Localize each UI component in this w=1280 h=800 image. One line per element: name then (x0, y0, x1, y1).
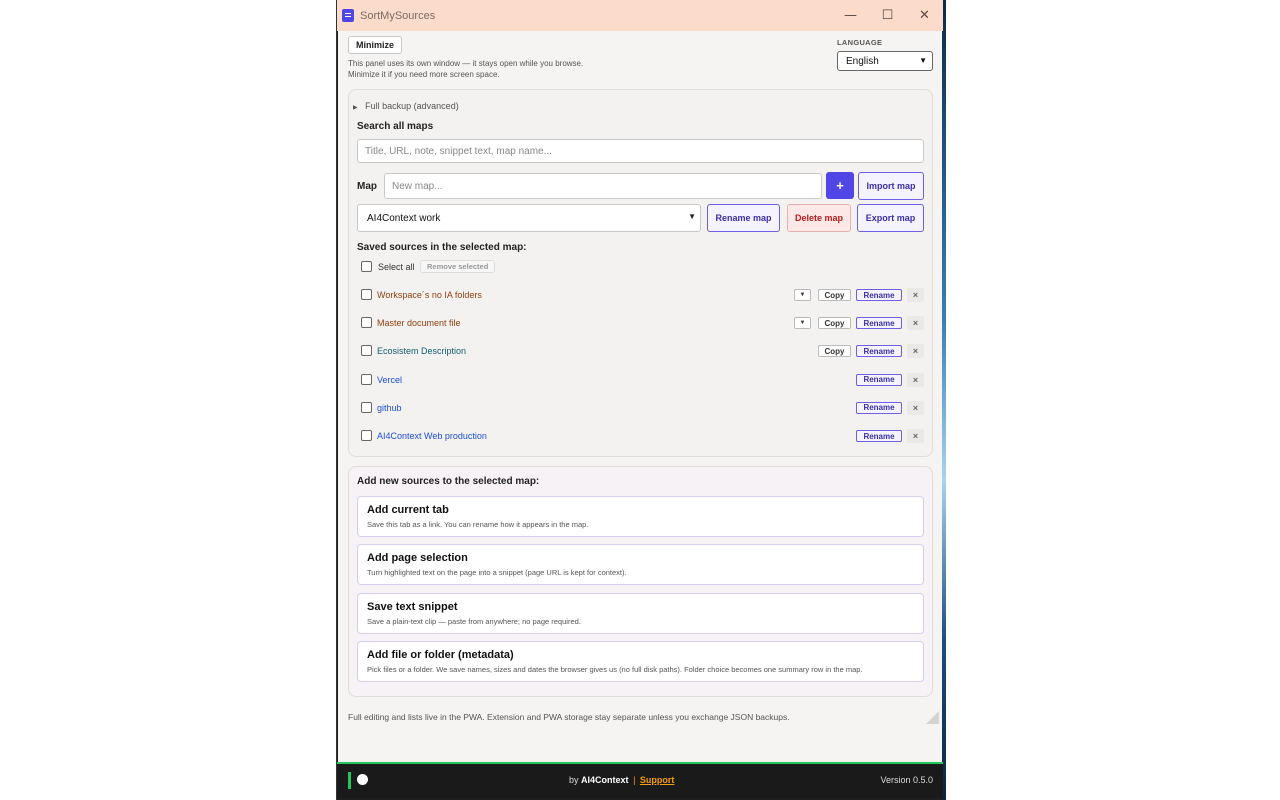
language-value: English (846, 55, 879, 67)
rename-button[interactable]: Rename (856, 289, 902, 301)
disclosure-triangle-icon: ▶ (353, 105, 358, 111)
rename-map-button[interactable]: Rename map (707, 204, 780, 232)
support-link[interactable]: Support (640, 775, 675, 785)
source-checkbox[interactable] (361, 373, 372, 385)
source-link[interactable]: Vercel (377, 375, 402, 385)
panel-content: Minimize This panel uses its own window … (338, 31, 942, 762)
source-link[interactable]: AI4Context Web production (377, 431, 487, 441)
full-backup-label: Full backup (advanced) (365, 101, 459, 111)
remove-item-button[interactable]: × (907, 372, 924, 387)
minimize-panel-button[interactable]: Minimize (348, 36, 403, 54)
brand-name: AI4Context (581, 775, 629, 785)
save-text-snippet-option[interactable]: Save text snippet Save a plain-text clip… (357, 593, 924, 634)
window-title: SortMySources (360, 9, 436, 22)
storage-footnote: Full editing and lists live in the PWA. … (348, 712, 790, 722)
language-select[interactable]: English ▼ (837, 51, 933, 71)
source-checkbox[interactable] (361, 317, 372, 329)
rename-button[interactable]: Rename (856, 317, 902, 330)
source-link[interactable]: Workspace´s no IA folders (377, 290, 482, 300)
expand-caret-button[interactable]: ▼ (794, 317, 811, 330)
search-placeholder: Title, URL, note, snippet text, map name… (365, 145, 552, 157)
remove-item-button[interactable]: × (907, 316, 924, 331)
by-text: by (569, 775, 579, 785)
saved-source-row: Vercel Rename × (349, 366, 934, 394)
import-map-button[interactable]: Import map (858, 172, 924, 200)
window-minimize-button[interactable]: — (832, 0, 869, 31)
language-label: LANGUAGE (837, 38, 883, 47)
source-link[interactable]: Master document file (377, 318, 461, 328)
resize-grip-icon[interactable] (926, 711, 939, 724)
chevron-down-icon: ▼ (688, 212, 696, 221)
copy-button[interactable]: Copy (818, 289, 851, 301)
select-all-checkbox[interactable] (361, 261, 372, 272)
option-description: Save this tab as a link. You can rename … (367, 520, 589, 529)
footer-separator: | (633, 775, 636, 785)
map-label: Map (357, 181, 377, 192)
add-file-or-folder-option[interactable]: Add file or folder (metadata) Pick files… (357, 641, 924, 682)
saved-source-row: Master document file ▼ Copy Rename × (349, 309, 934, 337)
option-title: Add current tab (367, 504, 449, 516)
version-label: Version 0.5.0 (880, 775, 933, 785)
saved-source-row: AI4Context Web production Rename × (349, 422, 934, 450)
rename-button[interactable]: Rename (856, 401, 902, 414)
copy-button[interactable]: Copy (818, 345, 851, 358)
saved-source-row: Ecosistem Description Copy Rename × (349, 337, 934, 365)
remove-item-button[interactable]: × (907, 400, 924, 415)
remove-selected-button[interactable]: Remove selected (420, 260, 496, 273)
option-title: Add page selection (367, 552, 468, 564)
add-current-tab-option[interactable]: Add current tab Save this tab as a link.… (357, 496, 924, 537)
export-map-button[interactable]: Export map (857, 204, 924, 232)
hint-line-2: Minimize it if you need more screen spac… (348, 70, 500, 79)
source-checkbox[interactable] (361, 345, 372, 357)
saved-source-row: Workspace´s no IA folders ▼ Copy Rename × (349, 281, 934, 309)
source-link[interactable]: github (377, 403, 402, 413)
window-controls: — ☐ ✕ (832, 0, 943, 31)
selected-map-value: AI4Context work (367, 212, 441, 224)
rename-button[interactable]: Rename (856, 345, 902, 358)
option-title: Add file or folder (metadata) (367, 649, 514, 661)
search-input[interactable]: Title, URL, note, snippet text, map name… (357, 139, 924, 163)
status-indicator (348, 772, 351, 789)
rename-button[interactable]: Rename (856, 430, 902, 442)
source-checkbox[interactable] (361, 289, 372, 300)
remove-item-button[interactable]: × (907, 429, 924, 443)
hint-line-1: This panel uses its own window — it stay… (348, 59, 584, 68)
option-title: Save text snippet (367, 601, 458, 613)
window-close-button[interactable]: ✕ (906, 0, 943, 31)
app-logo-icon (342, 9, 354, 22)
toggle-switch[interactable] (357, 774, 368, 785)
option-description: Save a plain-text clip — paste from anyw… (367, 617, 581, 626)
chevron-down-icon: ▼ (919, 56, 927, 65)
add-map-button[interactable]: + (826, 172, 854, 199)
remove-item-button[interactable]: × (907, 344, 924, 359)
expand-caret-button[interactable]: ▼ (794, 289, 811, 301)
add-sources-title: Add new sources to the selected map: (357, 476, 540, 487)
rename-button[interactable]: Rename (856, 373, 902, 386)
saved-sources-title: Saved sources in the selected map: (357, 242, 527, 253)
app-window: SortMySources — ☐ ✕ Minimize This panel … (336, 0, 943, 800)
window-maximize-button[interactable]: ☐ (869, 0, 906, 31)
delete-map-button[interactable]: Delete map (787, 204, 851, 232)
select-all-label: Select all (378, 262, 415, 272)
source-checkbox[interactable] (361, 430, 372, 441)
footer-credit: by AI4Context | Support (569, 775, 674, 785)
option-description: Turn highlighted text on the page into a… (367, 568, 627, 577)
footer-bar: by AI4Context | Support Version 0.5.0 (337, 762, 943, 798)
new-map-input[interactable]: New map... (384, 173, 822, 199)
source-link[interactable]: Ecosistem Description (377, 346, 466, 356)
add-page-selection-option[interactable]: Add page selection Turn highlighted text… (357, 544, 924, 585)
new-map-placeholder: New map... (392, 180, 443, 192)
source-checkbox[interactable] (361, 401, 372, 413)
maps-card: ▶ Full backup (advanced) Search all maps… (348, 89, 933, 457)
panel-hint: This panel uses its own window — it stay… (348, 58, 648, 80)
search-title: Search all maps (357, 121, 434, 132)
remove-item-button[interactable]: × (907, 288, 924, 302)
saved-source-row: github Rename × (349, 394, 934, 422)
map-select[interactable]: AI4Context work ▼ (357, 204, 701, 232)
title-bar[interactable]: SortMySources — ☐ ✕ (337, 0, 943, 31)
option-description: Pick files or a folder. We save names, s… (367, 665, 863, 674)
copy-button[interactable]: Copy (818, 317, 851, 330)
add-sources-card: Add new sources to the selected map: Add… (348, 466, 933, 697)
full-backup-toggle[interactable]: ▶ Full backup (advanced) (353, 101, 459, 111)
